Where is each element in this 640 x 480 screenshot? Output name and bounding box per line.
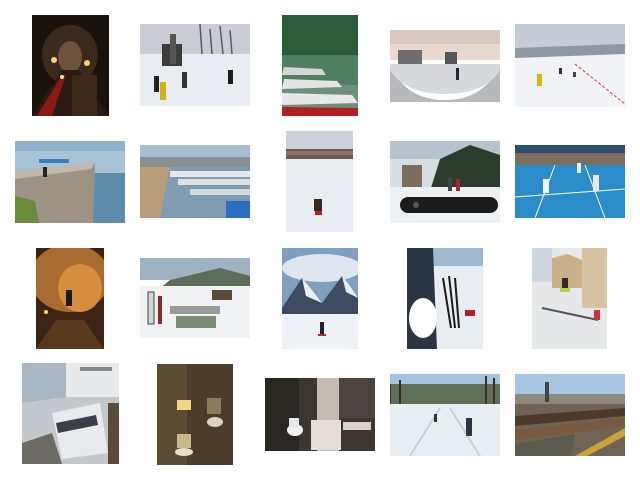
thumbnail-ski-lodge[interactable] [140,258,250,338]
thumbnail-rail-yard[interactable] [515,374,625,456]
thumbnail-skate-halfpipe[interactable] [390,30,500,102]
thumbnail-sledding[interactable] [286,131,353,232]
thumbnail-cliff-fjord[interactable] [15,141,125,223]
thumbnail-cross-country-skiing[interactable] [390,374,500,456]
thumbnail-dark-bathroom[interactable] [157,364,233,465]
thumbnail-snowboard-rail[interactable] [532,248,607,349]
thumbnail-skis-in-snow[interactable] [407,248,483,349]
thumbnail-high-speed-train[interactable] [22,363,119,464]
thumbnail-lake-boats[interactable] [282,15,358,116]
thumbnail-marina[interactable] [140,145,250,218]
thumbnail-skier-slope[interactable] [515,24,625,107]
thumbnail-hotel-bathroom[interactable] [265,378,375,451]
thumbnail-cave-lantern[interactable] [36,248,104,349]
thumbnail-alpine-valley[interactable] [282,248,358,349]
thumbnail-ski-lift[interactable] [140,24,250,106]
thumbnail-tunnel-restaurant[interactable] [32,15,109,116]
thumbnail-tennis[interactable] [515,145,625,218]
thumbnail-snowboard-mountain[interactable] [390,141,500,223]
